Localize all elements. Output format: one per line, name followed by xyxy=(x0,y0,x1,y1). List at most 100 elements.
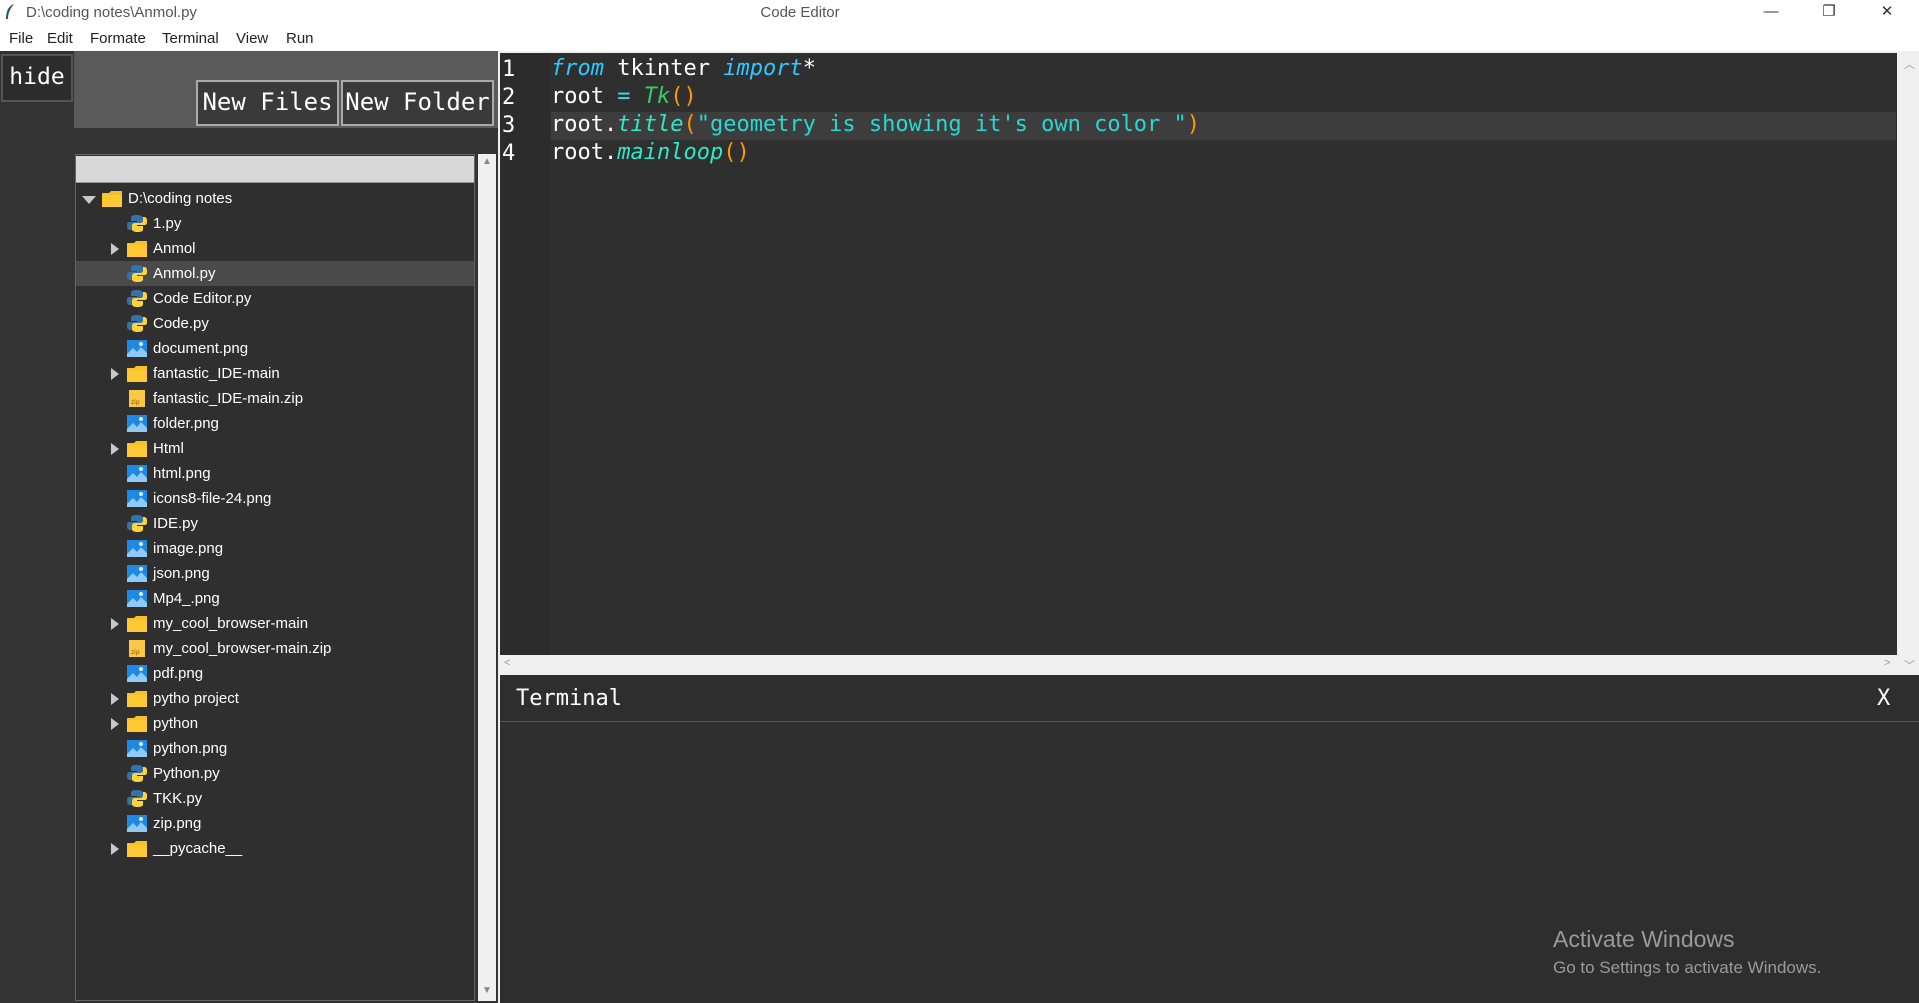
menu-view[interactable]: View xyxy=(236,30,268,47)
tree-file-item[interactable]: image.png xyxy=(76,536,474,561)
zip-file-icon: zip xyxy=(126,639,148,658)
python-file-icon xyxy=(126,289,148,308)
minimize-button[interactable]: — xyxy=(1742,0,1800,26)
chevron-right-icon[interactable] xyxy=(111,443,119,455)
menu-run[interactable]: Run xyxy=(286,30,314,47)
tree-file-item[interactable]: Code Editor.py xyxy=(76,286,474,311)
python-file-icon xyxy=(126,314,148,333)
chevron-right-icon[interactable] xyxy=(111,243,119,255)
scroll-up-icon[interactable]: ▲ xyxy=(478,156,496,170)
tree-file-item[interactable]: zip my_cool_browser-main.zip xyxy=(76,636,474,661)
tree-file-item[interactable]: html.png xyxy=(76,461,474,486)
code-token: * xyxy=(802,56,816,81)
tree-item-label: my_cool_browser-main xyxy=(153,615,309,632)
tree-file-item[interactable]: zip fantastic_IDE-main.zip xyxy=(76,386,474,411)
tree-item-label: Code.py xyxy=(153,315,209,332)
tree-file-item[interactable]: IDE.py xyxy=(76,511,474,536)
scroll-down-icon[interactable]: ﹀ xyxy=(1904,657,1915,673)
editor-vertical-scrollbar[interactable]: ︿ ﹀ xyxy=(1898,53,1919,673)
tree-folder-item[interactable]: Html xyxy=(76,436,474,461)
tree-item-label: zip.png xyxy=(153,815,202,832)
file-tree-header xyxy=(76,156,474,183)
tree-file-item[interactable]: pdf.png xyxy=(76,661,474,686)
tree-folder-item[interactable]: my_cool_browser-main xyxy=(76,611,474,636)
svg-text:zip: zip xyxy=(131,649,140,656)
tree-item-label: python.png xyxy=(153,740,228,757)
hide-button[interactable]: hide xyxy=(1,54,73,102)
tree-item-label: Mp4_.png xyxy=(153,590,220,607)
menu-formate[interactable]: Formate xyxy=(90,30,146,47)
code-token: from xyxy=(551,56,604,81)
tree-item-label: TKK.py xyxy=(153,790,203,807)
tree-file-item[interactable]: 1.py xyxy=(76,211,474,236)
line-number: 3 xyxy=(502,113,516,138)
restore-button[interactable]: ❐ xyxy=(1800,0,1858,26)
code-token: title xyxy=(617,112,684,137)
image-file-icon xyxy=(126,664,148,683)
scroll-left-icon[interactable]: < xyxy=(504,657,510,669)
tree-file-item[interactable]: document.png xyxy=(76,336,474,361)
tree-folder-item[interactable]: pytho project xyxy=(76,686,474,711)
code-token: = xyxy=(617,84,631,109)
tree-item-label: Anmol xyxy=(153,240,196,257)
file-tree-scrollbar[interactable]: ▲ ▼ xyxy=(478,154,496,1001)
code-line-1[interactable]: from tkinter import* xyxy=(551,56,816,84)
code-token: tkinter xyxy=(603,56,724,81)
tree-item-label: IDE.py xyxy=(153,515,199,532)
code-token: "geometry is showing it's own color " xyxy=(696,112,1187,137)
code-line-3[interactable]: root.title("geometry is showing it's own… xyxy=(551,112,1200,140)
tree-item-label: 1.py xyxy=(153,215,182,232)
new-files-button[interactable]: New Files xyxy=(196,80,339,126)
tree-file-item[interactable]: json.png xyxy=(76,561,474,586)
menu-terminal[interactable]: Terminal xyxy=(162,30,219,47)
tree-file-item[interactable]: TKK.py xyxy=(76,786,474,811)
tree-folder-item[interactable]: Anmol xyxy=(76,236,474,261)
tree-folder-item[interactable]: fantastic_IDE-main xyxy=(76,361,474,386)
code-token: Tk xyxy=(643,84,671,109)
image-file-icon xyxy=(126,739,148,758)
terminal-header xyxy=(500,675,1919,722)
line-number: 4 xyxy=(502,141,516,166)
chevron-right-icon[interactable] xyxy=(111,618,119,630)
folder-icon xyxy=(126,364,148,383)
tree-file-item[interactable]: zip.png xyxy=(76,811,474,836)
code-token: () xyxy=(670,84,697,109)
tree-item-label: Anmol.py xyxy=(153,265,216,282)
folder-icon xyxy=(126,614,148,633)
close-button[interactable]: ✕ xyxy=(1858,0,1916,26)
tree-file-item[interactable]: folder.png xyxy=(76,411,474,436)
terminal-close-button[interactable]: X xyxy=(1877,686,1890,711)
folder-icon xyxy=(126,714,148,733)
chevron-right-icon[interactable] xyxy=(111,843,119,855)
menu-edit[interactable]: Edit xyxy=(47,30,73,47)
tree-file-item[interactable]: icons8-file-24.png xyxy=(76,486,474,511)
chevron-right-icon[interactable] xyxy=(111,693,119,705)
scroll-up-icon[interactable]: ︿ xyxy=(1904,56,1915,72)
editor-horizontal-scrollbar[interactable]: < > xyxy=(500,655,1898,673)
code-line-2[interactable]: root = Tk() xyxy=(551,84,697,112)
tree-item-label: html.png xyxy=(153,465,211,482)
menu-file[interactable]: File xyxy=(9,30,33,47)
tree-folder-item[interactable]: __pycache__ xyxy=(76,836,474,861)
tree-file-item[interactable]: python.png xyxy=(76,736,474,761)
code-line-4[interactable]: root.mainloop() xyxy=(551,140,750,168)
code-token: ) xyxy=(1186,112,1201,137)
scroll-down-icon[interactable]: ▼ xyxy=(478,985,496,999)
tree-file-item[interactable]: Python.py xyxy=(76,761,474,786)
image-file-icon xyxy=(126,814,148,833)
scroll-right-icon[interactable]: > xyxy=(1884,657,1890,669)
tree-folder-item[interactable]: D:\coding notes xyxy=(76,186,474,211)
new-folder-button[interactable]: New Folder xyxy=(341,80,494,126)
chevron-right-icon[interactable] xyxy=(111,718,119,730)
left-strip xyxy=(0,51,74,1003)
chevron-down-icon[interactable] xyxy=(82,196,96,204)
tree-item-label: Code Editor.py xyxy=(153,290,252,307)
code-token: root. xyxy=(551,140,618,165)
tree-folder-item[interactable]: python xyxy=(76,711,474,736)
tree-file-item[interactable]: Mp4_.png xyxy=(76,586,474,611)
tree-file-item[interactable]: Code.py xyxy=(76,311,474,336)
tree-file-item[interactable]: Anmol.py xyxy=(76,261,474,286)
chevron-right-icon[interactable] xyxy=(111,368,119,380)
line-number: 2 xyxy=(502,85,516,110)
